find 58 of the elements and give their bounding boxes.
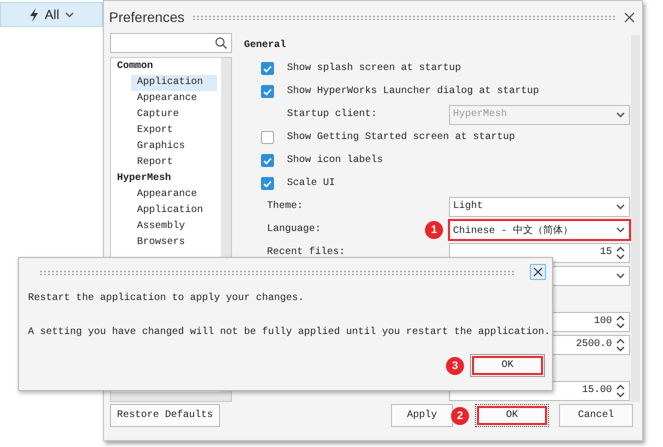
- scrollbar[interactable]: [631, 35, 640, 402]
- checkbox-label[interactable]: Show splash screen at startup: [287, 63, 630, 74]
- step-badge: 1: [425, 220, 443, 238]
- checkbox[interactable]: [261, 177, 274, 190]
- tree-item[interactable]: Appearance: [131, 91, 217, 107]
- tree-item[interactable]: Application: [131, 75, 217, 91]
- dialog-button[interactable]: OK: [475, 404, 549, 427]
- checkbox-label[interactable]: Scale UI: [287, 178, 630, 189]
- checkbox[interactable]: [261, 131, 274, 144]
- search-field[interactable]: [110, 33, 232, 53]
- tree-item[interactable]: Report: [131, 155, 217, 171]
- message-text: A setting you have changed will not be fully applied until you restart the application.: [28, 326, 552, 339]
- setting-label: Startup client:: [287, 109, 378, 120]
- tree-item[interactable]: Browsers: [131, 235, 217, 251]
- tree-item[interactable]: Assembly: [131, 219, 217, 235]
- scrollbar[interactable]: [111, 392, 231, 401]
- setting-label: Language:: [267, 224, 322, 235]
- ok-button[interactable]: OK: [470, 354, 545, 377]
- checkbox-label[interactable]: Show icon labels: [287, 155, 630, 166]
- spin-arrows-icon[interactable]: [616, 338, 625, 352]
- spin-arrows-icon[interactable]: [616, 384, 625, 398]
- checkbox[interactable]: [261, 85, 274, 98]
- step-badge: 2: [451, 406, 469, 424]
- spin-arrows-icon[interactable]: [616, 246, 625, 260]
- tree-group[interactable]: Common: [111, 59, 154, 75]
- step-badge: 3: [446, 356, 464, 374]
- checkbox-label[interactable]: Show Getting Started screen at startup: [287, 132, 630, 143]
- dialog-button[interactable]: Apply: [391, 404, 453, 427]
- tree-group[interactable]: HyperMesh: [111, 171, 172, 187]
- checkbox-label[interactable]: Show HyperWorks Launcher dialog at startup: [287, 86, 630, 97]
- close-icon[interactable]: [624, 12, 635, 22]
- chevron-icon: [616, 272, 625, 278]
- checkbox[interactable]: [261, 154, 274, 167]
- setting-label: Recent files:: [267, 247, 346, 258]
- checkbox[interactable]: [261, 62, 274, 75]
- dialog-button[interactable]: Cancel: [559, 404, 633, 427]
- section-heading: General: [243, 38, 288, 53]
- filter-dropdown[interactable]: All: [0, 2, 103, 27]
- window-title: Preferences: [109, 9, 184, 25]
- tree-item[interactable]: Appearance: [131, 187, 217, 203]
- message-text: Restart the application to apply your changes.: [28, 292, 306, 305]
- dropdown[interactable]: Light: [449, 196, 630, 216]
- close-button[interactable]: [530, 264, 546, 280]
- close-icon: [533, 267, 543, 277]
- tree-item[interactable]: Graphics: [131, 139, 217, 155]
- chevron-icon: [616, 204, 625, 210]
- tree-item[interactable]: Export: [131, 123, 217, 139]
- chevron-icon: [616, 112, 625, 118]
- caret-icon: [65, 12, 74, 18]
- lightning-icon: [28, 8, 39, 22]
- search-icon: [215, 37, 227, 49]
- setting-label: Theme:: [267, 201, 304, 212]
- tree-item[interactable]: Capture: [131, 107, 217, 123]
- tree-item[interactable]: Application: [131, 203, 217, 219]
- spin-arrows-icon[interactable]: [616, 314, 625, 328]
- restore-defaults-button[interactable]: Restore Defaults: [110, 404, 220, 427]
- dropdown[interactable]: Chinese - 中文（简体）: [449, 220, 630, 240]
- chevron-icon: [616, 226, 625, 232]
